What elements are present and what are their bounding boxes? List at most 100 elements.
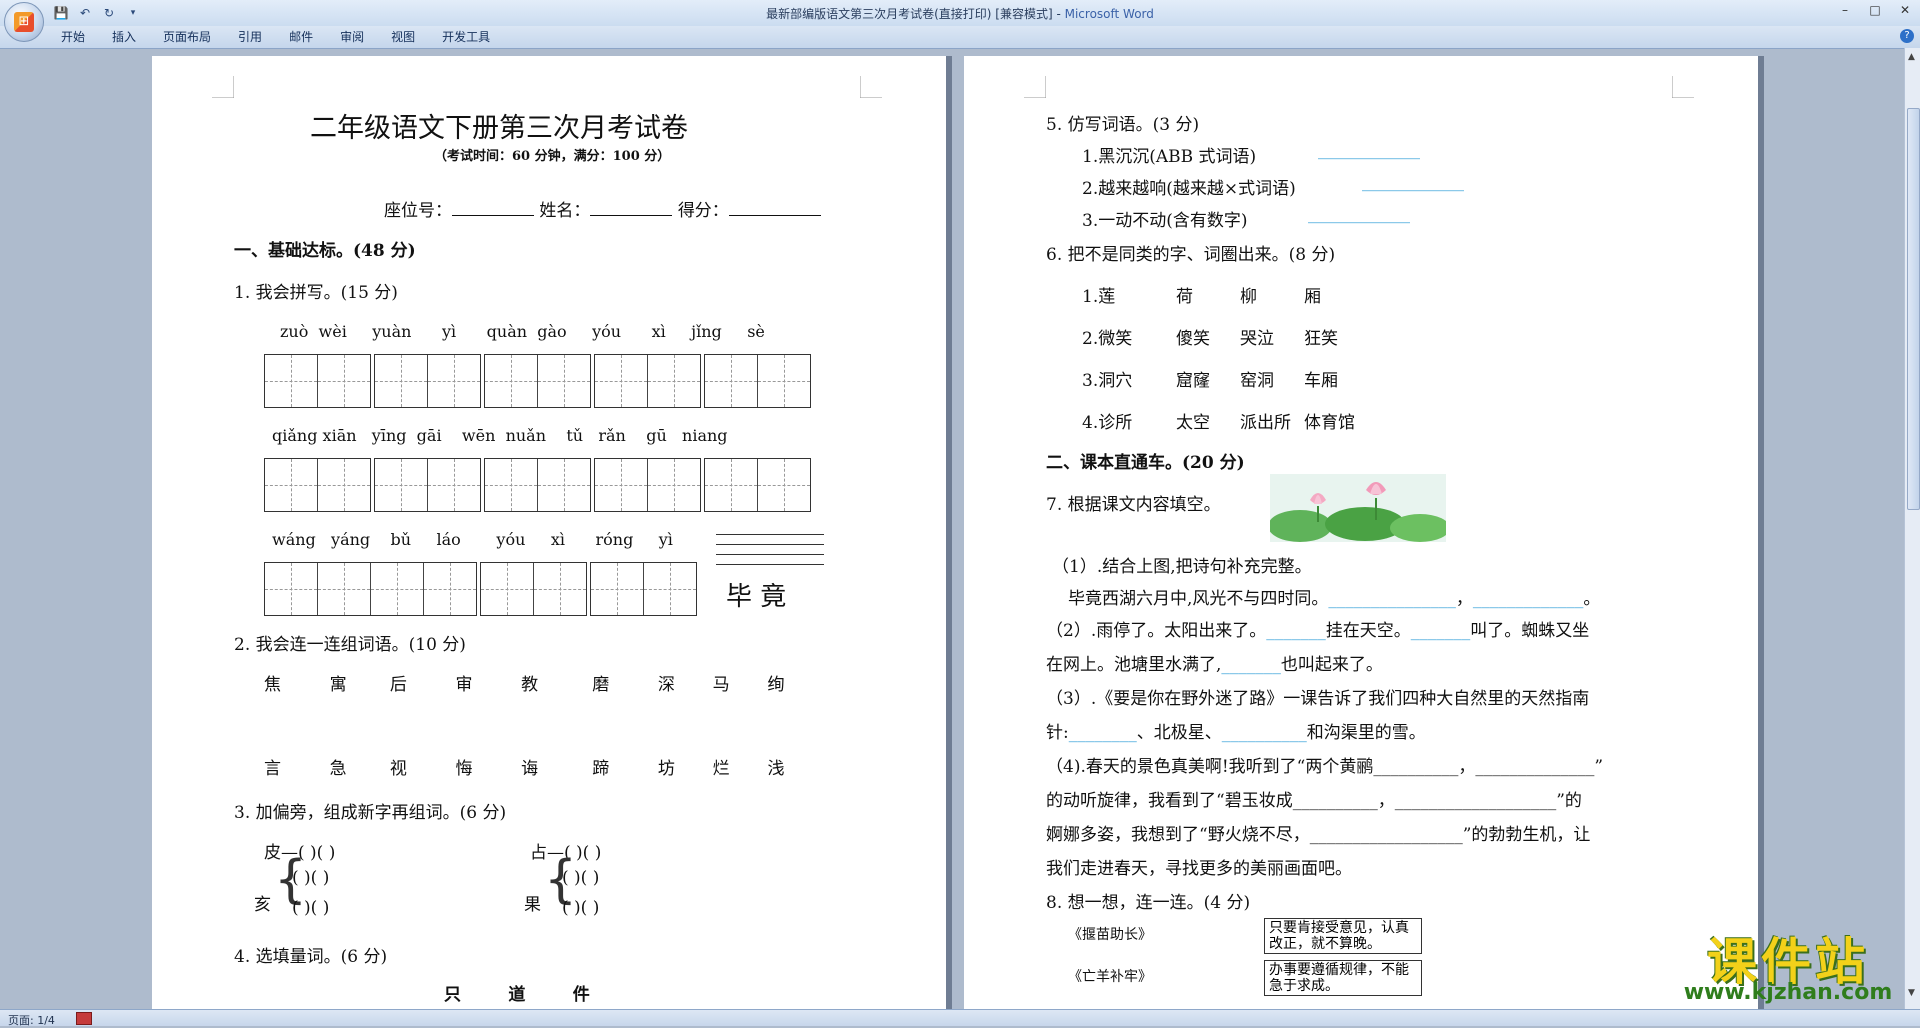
- rule-line: [716, 564, 824, 565]
- answer-blank[interactable]: _______: [1266, 621, 1326, 641]
- help-icon[interactable]: ?: [1900, 29, 1914, 43]
- answer-blank[interactable]: _______: [1411, 621, 1471, 641]
- score-blank[interactable]: [728, 215, 821, 216]
- tab-home[interactable]: 开始: [50, 29, 96, 45]
- radical-paren-1: ( )( ): [292, 868, 330, 888]
- answer-blank[interactable]: ____________: [1362, 172, 1464, 192]
- circle-word[interactable]: 窑洞: [1240, 366, 1304, 391]
- tab-insert[interactable]: 插入: [101, 29, 147, 45]
- crop-mark-icon: [1024, 76, 1046, 98]
- answer-blank[interactable]: ________: [1069, 723, 1137, 743]
- writing-box-group[interactable]: [264, 562, 477, 616]
- tab-developer[interactable]: 开发工具: [431, 29, 501, 45]
- scroll-up-icon[interactable]: ▲: [1908, 52, 1915, 62]
- writing-box-pair[interactable]: [484, 458, 591, 512]
- circle-word[interactable]: 3.洞穴: [1082, 366, 1176, 391]
- writing-box-pair[interactable]: [484, 354, 591, 408]
- answer-blank[interactable]: _______: [1221, 655, 1281, 675]
- answer-blank[interactable]: __________: [1222, 723, 1307, 743]
- scroll-down-icon[interactable]: ▼: [1908, 988, 1915, 998]
- proofing-icon[interactable]: [76, 1012, 92, 1025]
- moral-box-2[interactable]: 办事要遵循规律，不能急于求成。: [1264, 960, 1422, 996]
- answer-blank[interactable]: _____________: [1473, 589, 1584, 609]
- circle-word[interactable]: 柳: [1240, 282, 1304, 307]
- pinyin: yīng: [371, 426, 407, 445]
- pinyin: jǐng: [691, 322, 722, 341]
- document-page-2[interactable]: 5. 仿写词语。(3 分) 1.黑沉沉(ABB 式词语) ___________…: [964, 56, 1758, 1009]
- tab-review[interactable]: 审阅: [329, 29, 375, 45]
- q7-part-2-line-2: 在网上。池塘里水满了,_______也叫起来了。: [1046, 650, 1383, 675]
- tab-page-layout[interactable]: 页面布局: [152, 29, 222, 45]
- writing-box-pair[interactable]: [264, 354, 371, 408]
- match-char[interactable]: 深: [658, 675, 675, 695]
- circle-word[interactable]: 4.诊所: [1082, 408, 1176, 433]
- page-indicator[interactable]: 页面: 1/4: [8, 1012, 55, 1028]
- story-title-2[interactable]: 《亡羊补牢》: [1068, 966, 1152, 986]
- circle-word[interactable]: 1.莲: [1082, 282, 1176, 307]
- answer-blank[interactable]: ____________: [1318, 140, 1420, 160]
- match-char[interactable]: 寓: [330, 675, 347, 695]
- story-title-1[interactable]: 《揠苗助长》: [1068, 924, 1152, 944]
- office-button[interactable]: ⊞: [4, 2, 44, 42]
- match-char[interactable]: 后: [390, 675, 407, 695]
- match-char[interactable]: 马: [713, 675, 730, 695]
- writing-box-pair[interactable]: [594, 458, 701, 512]
- answer-blank[interactable]: _______________: [1328, 589, 1456, 609]
- writing-box-pair[interactable]: [704, 354, 811, 408]
- circle-word[interactable]: 派出所: [1240, 408, 1304, 433]
- circle-word[interactable]: 厢: [1304, 287, 1321, 307]
- circle-word[interactable]: 荷: [1176, 282, 1240, 307]
- writing-box-pair[interactable]: [480, 562, 587, 616]
- match-char[interactable]: 蹄: [592, 759, 609, 779]
- match-char[interactable]: 磨: [592, 675, 609, 695]
- vertical-scrollbar[interactable]: ▲ ▼: [1904, 48, 1920, 1009]
- circle-word[interactable]: 狂笑: [1304, 329, 1338, 349]
- tab-references[interactable]: 引用: [227, 29, 273, 45]
- pinyin: yì: [658, 530, 673, 549]
- writing-box-pair[interactable]: [374, 354, 481, 408]
- circle-word[interactable]: 2.微笑: [1082, 324, 1176, 349]
- circle-word[interactable]: 太空: [1176, 408, 1240, 433]
- circle-word[interactable]: 体育馆: [1304, 413, 1355, 433]
- match-char[interactable]: 烂: [713, 759, 730, 779]
- close-button[interactable]: ✕: [1898, 3, 1912, 17]
- bijing-word: 毕 竟: [726, 582, 787, 612]
- match-char[interactable]: 视: [390, 759, 407, 779]
- seat-blank[interactable]: [452, 215, 534, 216]
- pinyin: bǔ: [390, 530, 412, 549]
- moral-box-1[interactable]: 只要肯接受意见，认真改正，就不算晚。: [1264, 918, 1422, 954]
- match-char[interactable]: 教: [521, 675, 538, 695]
- circle-word[interactable]: 车厢: [1304, 371, 1338, 391]
- match-char[interactable]: 急: [330, 759, 347, 779]
- tab-view[interactable]: 视图: [380, 29, 426, 45]
- match-char[interactable]: 审: [456, 675, 473, 695]
- answer-blank[interactable]: ____________: [1308, 204, 1410, 224]
- match-char[interactable]: 悔: [456, 759, 473, 779]
- match-char[interactable]: 浅: [768, 759, 785, 779]
- match-char[interactable]: 诲: [521, 759, 538, 779]
- imitate-item-2: 2.越来越响(越来越×式词语): [1082, 179, 1296, 199]
- name-blank[interactable]: [590, 215, 673, 216]
- writing-box-pair[interactable]: [594, 354, 701, 408]
- exam-subtitle: （考试时间：60 分钟，满分：100 分）: [434, 149, 671, 164]
- circle-word[interactable]: 傻笑: [1176, 324, 1240, 349]
- pinyin: yáng: [331, 530, 371, 549]
- writing-box-pair[interactable]: [704, 458, 811, 512]
- circle-word[interactable]: 窟窿: [1176, 366, 1240, 391]
- match-char[interactable]: 绚: [768, 675, 785, 695]
- crop-mark-icon: [1672, 76, 1694, 98]
- writing-box-pair[interactable]: [264, 458, 371, 512]
- circle-word[interactable]: 哭泣: [1240, 324, 1304, 349]
- match-char[interactable]: 焦: [264, 675, 281, 695]
- maximize-button[interactable]: □: [1868, 3, 1882, 17]
- match-char[interactable]: 坊: [658, 759, 675, 779]
- document-page-1[interactable]: 二年级语文下册第三次月考试卷 （考试时间：60 分钟，满分：100 分） 座位号…: [152, 56, 946, 1009]
- q7-part-2-line-1: （2）.雨停了。太阳出来了。_______挂在天空。_______叫了。蜘蛛又坐: [1046, 616, 1589, 641]
- crop-mark-icon: [860, 76, 882, 98]
- scroll-thumb[interactable]: [1907, 108, 1920, 510]
- match-char[interactable]: 言: [264, 759, 281, 779]
- minimize-button[interactable]: –: [1838, 3, 1852, 17]
- tab-mailings[interactable]: 邮件: [278, 29, 324, 45]
- writing-box-pair[interactable]: [590, 562, 697, 616]
- writing-box-pair[interactable]: [374, 458, 481, 512]
